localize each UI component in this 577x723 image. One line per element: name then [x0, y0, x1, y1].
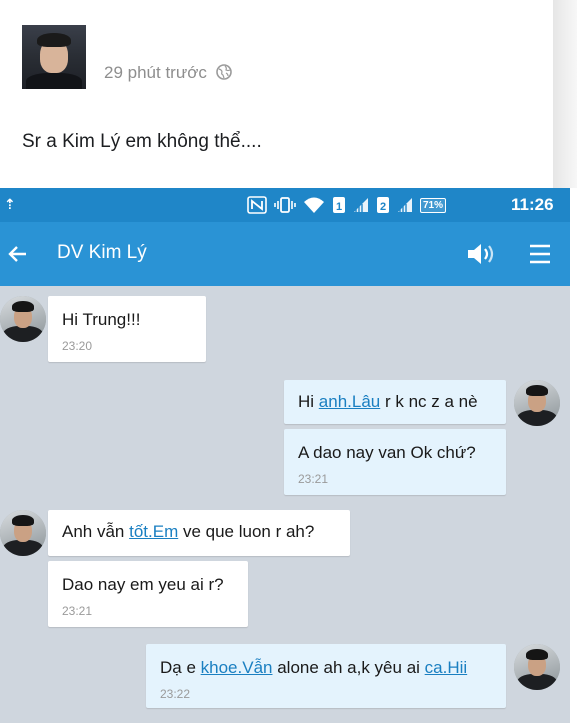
message-text: Hi Trung!!!	[62, 310, 141, 329]
message-text: Dạ e	[160, 658, 201, 677]
status-bar: ⇡ 1 2 71% 11:26	[0, 188, 570, 222]
contact-avatar[interactable]	[0, 510, 46, 556]
message-time: 23:22	[160, 687, 191, 701]
clock: 11:26	[511, 195, 554, 214]
message-bubble[interactable]: Dao nay em yeu ai r? 23:21	[48, 561, 248, 627]
message-time: 23:20	[62, 339, 93, 353]
message-text: Dao nay em yeu ai r?	[62, 575, 224, 594]
message-text: alone ah a,k yêu ai	[272, 658, 425, 677]
chat-toolbar: DV Kim Lý	[0, 222, 570, 286]
back-arrow-icon[interactable]	[6, 242, 30, 266]
post-time-text: 29 phút trước	[104, 63, 207, 82]
message-bubble[interactable]: A dao nay van Ok chứ? 23:21	[284, 429, 506, 495]
message-text: ve que luon r ah?	[178, 522, 315, 541]
wifi-icon	[304, 197, 324, 213]
speaker-icon[interactable]	[466, 241, 496, 267]
post-text: Sr a Kim Lý em không thể....	[22, 131, 262, 152]
svg-text:1: 1	[336, 201, 342, 213]
phone-screenshot: ⇡ 1 2 71% 11:26 DV Kim Lý Hi Trung!!! 23…	[0, 188, 570, 723]
message-bubble[interactable]: Hi Trung!!! 23:20	[48, 296, 206, 362]
menu-icon[interactable]	[528, 243, 552, 265]
message-link[interactable]: anh.Lâu	[319, 392, 380, 411]
sim1-icon: 1	[333, 197, 345, 213]
svg-text:2: 2	[380, 201, 386, 213]
user-avatar[interactable]	[514, 380, 560, 426]
message-time: 23:21	[62, 604, 93, 618]
message-text: r k nc z a nè	[380, 392, 478, 411]
sim2-icon: 2	[377, 197, 389, 213]
chat-title: DV Kim Lý	[57, 242, 147, 263]
message-text: Anh vẫn	[62, 522, 130, 541]
signal2-icon	[398, 198, 412, 212]
post-timestamp[interactable]: 29 phút trước	[104, 63, 232, 83]
post-avatar[interactable]	[22, 25, 86, 89]
page-edge	[553, 0, 577, 188]
vibrate-icon	[274, 197, 296, 213]
status-icons: 1 2 71%	[247, 194, 447, 216]
nfc-icon	[247, 196, 267, 214]
message-link[interactable]: ca.Hii	[425, 658, 468, 677]
usb-icon: ⇡	[4, 196, 16, 212]
message-text: Hi	[298, 392, 319, 411]
message-link[interactable]: khoe.Vẫn	[201, 658, 273, 677]
battery-icon: 71%	[420, 197, 447, 213]
message-time: 23:21	[298, 472, 329, 486]
contact-avatar[interactable]	[0, 296, 46, 342]
message-bubble[interactable]: Anh vẫn tốt.Em ve que luon r ah?	[48, 510, 350, 556]
social-post: 29 phút trước Sr a Kim Lý em không thể..…	[0, 0, 553, 188]
signal1-icon	[354, 198, 368, 212]
message-bubble[interactable]: Dạ e khoe.Vẫn alone ah a,k yêu ai ca.Hii…	[146, 644, 506, 708]
user-avatar[interactable]	[514, 644, 560, 690]
message-text: A dao nay van Ok chứ?	[298, 443, 476, 462]
globe-icon	[215, 64, 232, 80]
message-link[interactable]: tốt.Em	[129, 522, 178, 541]
conversation: Hi Trung!!! 23:20 Hi anh.Lâu r k nc z a …	[0, 286, 570, 723]
message-bubble[interactable]: Hi anh.Lâu r k nc z a nè	[284, 380, 506, 424]
